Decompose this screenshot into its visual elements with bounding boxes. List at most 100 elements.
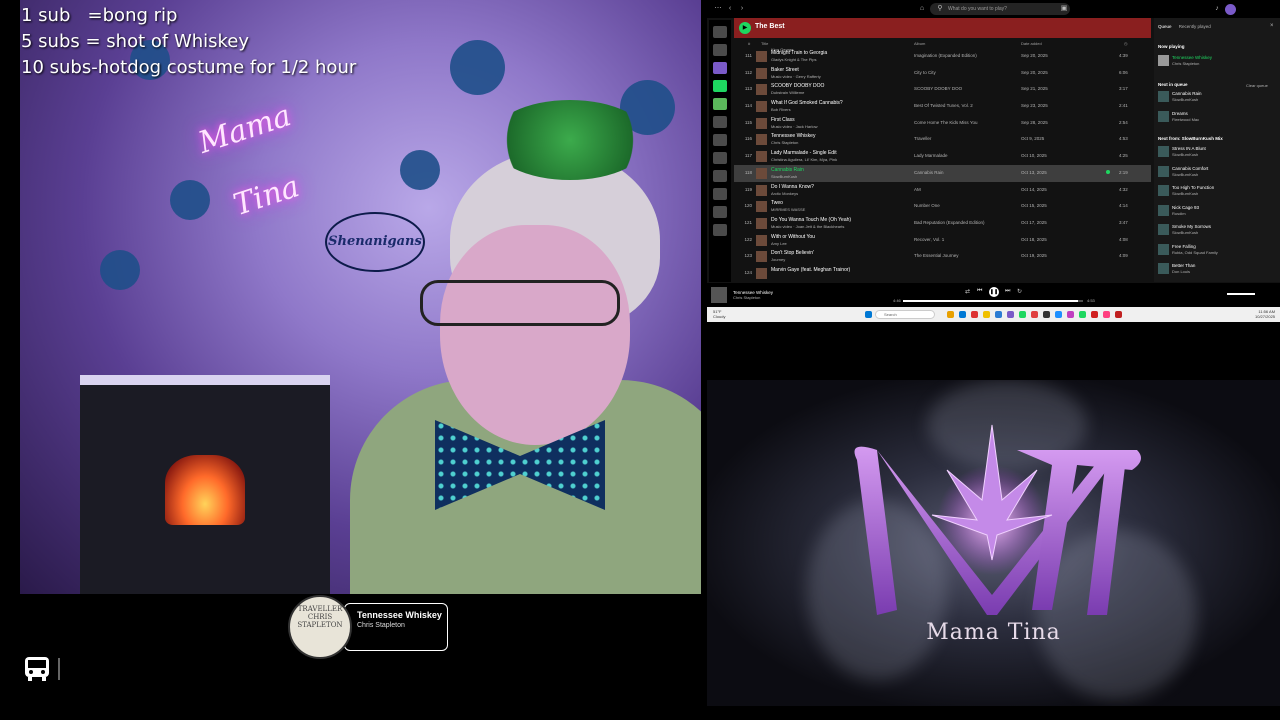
track-title: Baker Street [771,66,799,73]
playlist-view: ▶ The Best # Title Album Date added ◷ Ki… [734,18,1151,282]
tab-recently-played[interactable]: Recently played [1179,24,1211,29]
queue-item[interactable]: Smoke My Sorrows SlowBurnKush [1158,223,1276,237]
library-item[interactable] [713,134,727,146]
queue-title: Stress IN A Blunt [1172,146,1206,151]
bell-icon[interactable]: ♪ [1212,4,1222,14]
app-icon[interactable] [1115,311,1122,318]
col-date-added[interactable]: Date added [1021,41,1042,46]
track-artist: MIRRMES WASSE [771,207,806,213]
album-art-text: TRAVELLER CHRIS STAPLETON [297,605,343,629]
more-icon[interactable]: ⋯ [713,4,723,14]
close-icon[interactable]: × [1270,23,1274,29]
avatar[interactable] [1225,4,1236,15]
track-row[interactable]: 116 Tennessee Whiskey Chris Stapleton Trave… [734,131,1151,148]
player-artist[interactable]: Chris Stapleton [733,295,760,300]
app-icon[interactable] [983,311,990,318]
search-input[interactable]: What do you want to play? [930,3,1070,15]
library-item[interactable] [713,26,727,38]
queue-thumb [1158,263,1169,274]
system-clock[interactable]: 11:56 AM 10/27/2025 [1255,309,1275,319]
volume-slider[interactable] [1227,293,1255,295]
glasses [420,280,620,326]
app-icon[interactable] [995,311,1002,318]
track-row[interactable]: 117 Lady Marmalade - Single Edit Christina… [734,148,1151,165]
track-row[interactable]: 118 Cannabis Rain SlowBurnKush Cannabis Rai… [734,164,1151,182]
app-icon[interactable] [1043,311,1050,318]
progress-bar[interactable] [903,300,1083,302]
playlist-title: The Best [755,23,785,30]
track-row[interactable]: 123 Don't Stop Believin' Journey The Essent… [734,248,1151,265]
track-row[interactable]: 111 Midnight Train to Georgia Gladys Knigh… [734,48,1151,65]
next-icon[interactable]: ⏭ [1005,288,1010,295]
clear-queue-button[interactable]: Clear queue [1246,83,1268,88]
app-icon[interactable] [959,311,966,318]
queue-item[interactable]: Cannabis Rain SlowBurnKush [1158,90,1276,104]
track-thumb [756,167,767,179]
queue-now-playing[interactable]: Tennessee Whiskey Chris Stapleton [1158,54,1276,68]
track-row[interactable]: 114 What If God Smoked Cannabis? Bob River… [734,98,1151,115]
library-item[interactable] [713,170,727,182]
library-item[interactable] [713,152,727,164]
library-item[interactable] [713,98,727,110]
face [440,225,630,445]
col-num[interactable]: # [748,41,750,46]
library-item[interactable] [713,224,727,236]
library-item[interactable] [713,44,727,56]
logo-panel: Mama Tina [707,380,1280,706]
liked-icon[interactable] [1106,169,1110,174]
library-item[interactable] [713,80,727,92]
queue-item[interactable]: Free Falling Rubia, Odd Squad Family [1158,243,1276,257]
library-item[interactable] [713,62,727,74]
track-row[interactable]: 112 Baker Street Music video · Gerry Raffe… [734,65,1151,82]
library-item[interactable] [713,116,727,128]
library-item[interactable] [713,206,727,218]
track-thumb [756,184,767,196]
queue-item[interactable]: Too High To Function SlowBurnKush [1158,184,1276,198]
home-icon[interactable]: ⌂ [917,4,927,14]
col-album[interactable]: Album [914,41,925,46]
previous-icon[interactable]: ⏮ [977,288,982,295]
taskbar-search[interactable]: Search [875,310,935,319]
app-icon[interactable] [1091,311,1098,318]
queue-title: Free Falling [1172,243,1196,249]
weather-widget[interactable]: 51°F Cloudy [713,309,725,319]
repeat-icon[interactable]: ↻ [1017,288,1022,295]
queue-item[interactable]: Nick Cage 93 Rusdim [1158,204,1276,218]
track-row[interactable]: 115 First Class Music video · Jack Harlow C… [734,115,1151,132]
col-title[interactable]: Title [761,41,768,46]
start-icon[interactable] [865,311,872,318]
app-icon[interactable] [1067,311,1074,318]
track-row[interactable]: 120 Tweo MIRRMES WASSE Number One Oct 15, 20… [734,198,1151,215]
app-icon[interactable] [1007,311,1014,318]
queue-item[interactable]: Dreams Fleetwood Mac [1158,110,1276,124]
shuffle-icon[interactable]: ⇄ [965,288,970,295]
app-icon[interactable] [947,311,954,318]
track-row[interactable]: 122 With or Without You Amy Lee Recover, Vo… [734,232,1151,249]
track-date-added: Oct 19, 2025 [1021,253,1047,259]
app-icon[interactable] [1103,311,1110,318]
browse-icon[interactable]: ▣ [1059,4,1069,14]
queue-item[interactable]: Better Than Don Louis [1158,262,1276,276]
track-artist: Music video · Joan Jett & the Blackheart… [771,223,845,229]
spotify-icon[interactable] [1019,311,1026,318]
pause-button[interactable]: ❚❚ [989,287,999,297]
play-button[interactable]: ▶ [739,22,751,34]
queue-artist: SlowBurnKush [1172,230,1199,235]
track-row[interactable]: 121 Do You Wanna Touch Me (Oh Yeah) Music … [734,215,1151,232]
track-album: Cannabis Rain [914,169,944,175]
app-icon[interactable] [1079,311,1086,318]
tab-queue[interactable]: Queue [1158,24,1172,29]
track-row[interactable]: 119 Do I Wanna Know? Arctic Monkeys AM Oct 1… [734,182,1151,199]
queue-thumb [1158,165,1169,177]
queue-item[interactable]: Stress IN A Blunt SlowBurnKush [1158,145,1276,159]
app-icon[interactable] [1031,311,1038,318]
library-item[interactable] [713,188,727,200]
back-icon[interactable]: ‹ [725,4,735,14]
app-icon[interactable] [971,311,978,318]
queue-item[interactable]: Cannabis Comfort SlowBurnKush [1158,165,1276,179]
app-icon[interactable] [1055,311,1062,318]
track-row[interactable]: 113 SCOOBY DOOBY DOO Dubstrain Willieme SCO… [734,81,1151,98]
forward-icon[interactable]: › [737,4,747,14]
track-title: Midnight Train to Georgia [771,50,828,56]
track-row[interactable]: 124 Marvin Gaye (feat. Meghan Trainor) [734,265,1151,282]
